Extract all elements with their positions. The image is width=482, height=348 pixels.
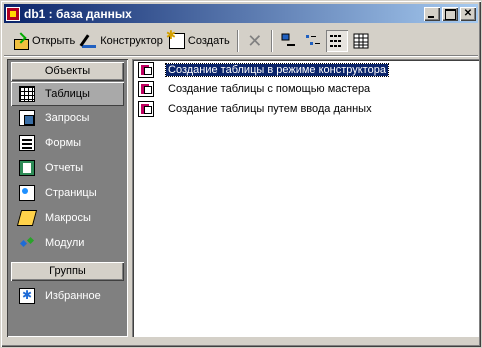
sidebar-item-modules[interactable]: Модули: [11, 231, 124, 255]
sidebar-item-forms[interactable]: Формы: [11, 131, 124, 155]
design-label: Конструктор: [100, 34, 163, 47]
sidebar-item-label: Таблицы: [45, 88, 90, 100]
list-item[interactable]: Создание таблицы путем ввода данных: [138, 100, 374, 117]
sidebar-item-macros[interactable]: Макросы: [11, 206, 124, 230]
favorites-icon: [19, 288, 35, 304]
sidebar-item-label: Избранное: [45, 290, 101, 302]
form-icon: [19, 135, 35, 151]
toolbar-separator: [270, 29, 273, 52]
design-shortcut-icon: [138, 61, 154, 78]
database-window: db1 : база данных ✕ Открыть Конструктор …: [0, 0, 482, 348]
database-icon: [6, 6, 20, 21]
module-icon: [19, 235, 35, 251]
sidebar-item-label: Формы: [45, 137, 82, 149]
minimize-button[interactable]: [424, 6, 440, 21]
list-view-button[interactable]: [325, 29, 348, 52]
list-item[interactable]: Создание таблицы в режиме конструктора: [138, 61, 389, 78]
details-view-icon: [353, 33, 369, 48]
objects-group-button[interactable]: Объекты: [11, 62, 124, 81]
toolbar-separator: [236, 29, 239, 52]
sidebar-item-reports[interactable]: Отчеты: [11, 156, 124, 180]
small-icons-icon: [305, 34, 320, 45]
sidebar-item-label: Отчеты: [45, 162, 84, 174]
groups-group-button[interactable]: Группы: [11, 262, 124, 281]
design-button[interactable]: Конструктор: [78, 29, 166, 53]
sidebar-item-queries[interactable]: Запросы: [11, 106, 124, 130]
report-icon: [19, 160, 35, 176]
list-item-label: Создание таблицы с помощью мастера: [168, 82, 371, 95]
sidebar-item-label: Запросы: [45, 112, 90, 124]
list-item-label: Создание таблицы в режиме конструктора: [165, 62, 389, 77]
window-controls: ✕: [422, 6, 476, 21]
list-view-icon: [329, 34, 341, 47]
create-label: Создать: [187, 34, 230, 47]
create-icon: [166, 28, 185, 49]
sidebar-item-label: Макросы: [45, 212, 91, 224]
large-icons-icon: [281, 33, 295, 46]
sidebar-item-label: Страницы: [45, 187, 97, 199]
maximize-button[interactable]: [442, 6, 458, 21]
sidebar-item-tables[interactable]: Таблицы: [11, 82, 124, 106]
open-label: Открыть: [32, 34, 76, 47]
large-icons-button[interactable]: [278, 30, 300, 52]
open-icon: [13, 33, 29, 50]
create-button[interactable]: Создать: [166, 28, 233, 53]
sidebar-item-favorites[interactable]: Избранное: [11, 284, 124, 308]
data-entry-shortcut-icon: [138, 100, 154, 117]
wizard-shortcut-icon: [138, 80, 154, 97]
object-list: Создание таблицы в режиме конструктора С…: [132, 59, 479, 337]
details-view-button[interactable]: [350, 30, 372, 52]
table-icon: [19, 86, 35, 102]
toolbar: Открыть Конструктор Создать ✕: [4, 26, 478, 56]
title-bar[interactable]: db1 : база данных ✕: [4, 4, 478, 23]
small-icons-button[interactable]: [302, 30, 324, 52]
list-item[interactable]: Создание таблицы с помощью мастера: [138, 80, 372, 97]
page-icon: [19, 185, 35, 201]
body-area: Объекты Таблицы Запросы Формы Отчеты Стр…: [7, 59, 479, 343]
close-button[interactable]: ✕: [460, 6, 476, 21]
delete-button[interactable]: ✕: [244, 30, 266, 52]
window-title: db1 : база данных: [24, 6, 132, 21]
sidebar-item-pages[interactable]: Страницы: [11, 181, 124, 205]
open-button[interactable]: Открыть: [10, 29, 78, 53]
delete-icon: ✕: [247, 30, 263, 51]
macro-icon: [16, 210, 38, 226]
sidebar-item-label: Модули: [45, 237, 85, 249]
list-item-label: Создание таблицы путем ввода данных: [168, 102, 372, 115]
query-icon: [19, 110, 35, 126]
objects-bar: Объекты Таблицы Запросы Формы Отчеты Стр…: [7, 59, 128, 337]
design-icon: [81, 33, 97, 49]
